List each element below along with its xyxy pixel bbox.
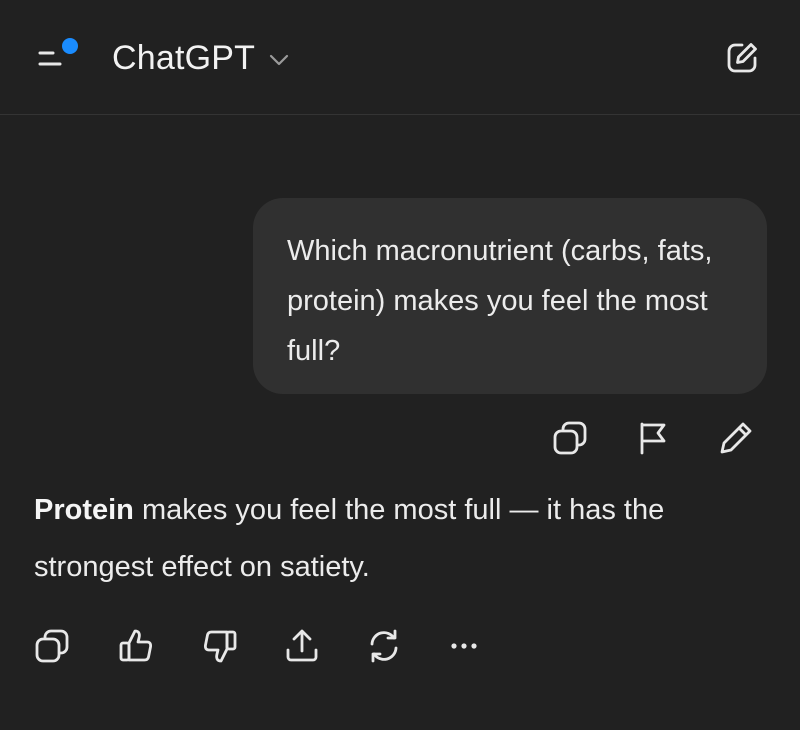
flag-message-button[interactable]: [634, 418, 674, 458]
copy-response-button[interactable]: [32, 626, 72, 666]
assistant-message-actions: [32, 624, 492, 668]
assistant-message-text: Protein makes you feel the most full — i…: [34, 482, 774, 596]
user-message-bubble: Which macronutrient (carbs, fats, protei…: [253, 198, 767, 394]
new-chat-icon: [727, 43, 757, 73]
copy-icon: [553, 421, 587, 455]
chevron-down-icon: [270, 54, 289, 66]
bad-response-button[interactable]: [200, 626, 240, 666]
more-icon: [451, 643, 477, 649]
edit-message-button[interactable]: [716, 418, 756, 458]
user-message-text: Which macronutrient (carbs, fats, protei…: [287, 235, 713, 367]
model-name: ChatGPT: [112, 38, 256, 77]
regenerate-icon: [370, 629, 398, 663]
user-message-actions: [550, 418, 760, 458]
edit-icon: [720, 422, 752, 454]
assistant-bold-lead: Protein: [34, 494, 134, 526]
copy-user-message-button[interactable]: [550, 418, 590, 458]
more-actions-button[interactable]: [444, 626, 484, 666]
sidebar-menu-icon: [38, 38, 78, 66]
new-chat-button[interactable]: [722, 38, 762, 78]
model-switcher[interactable]: ChatGPT: [112, 30, 289, 86]
notification-dot: [62, 38, 78, 54]
thumbs-down-icon: [203, 630, 237, 663]
thumbs-up-icon: [119, 629, 153, 662]
regenerate-response-button[interactable]: [364, 626, 404, 666]
share-icon: [286, 629, 318, 662]
sidebar-menu-button[interactable]: [30, 34, 84, 82]
share-response-button[interactable]: [282, 626, 322, 666]
copy-icon: [35, 629, 69, 663]
app-header: ChatGPT: [0, 0, 800, 115]
flag-icon: [640, 422, 666, 455]
good-response-button[interactable]: [116, 626, 156, 666]
